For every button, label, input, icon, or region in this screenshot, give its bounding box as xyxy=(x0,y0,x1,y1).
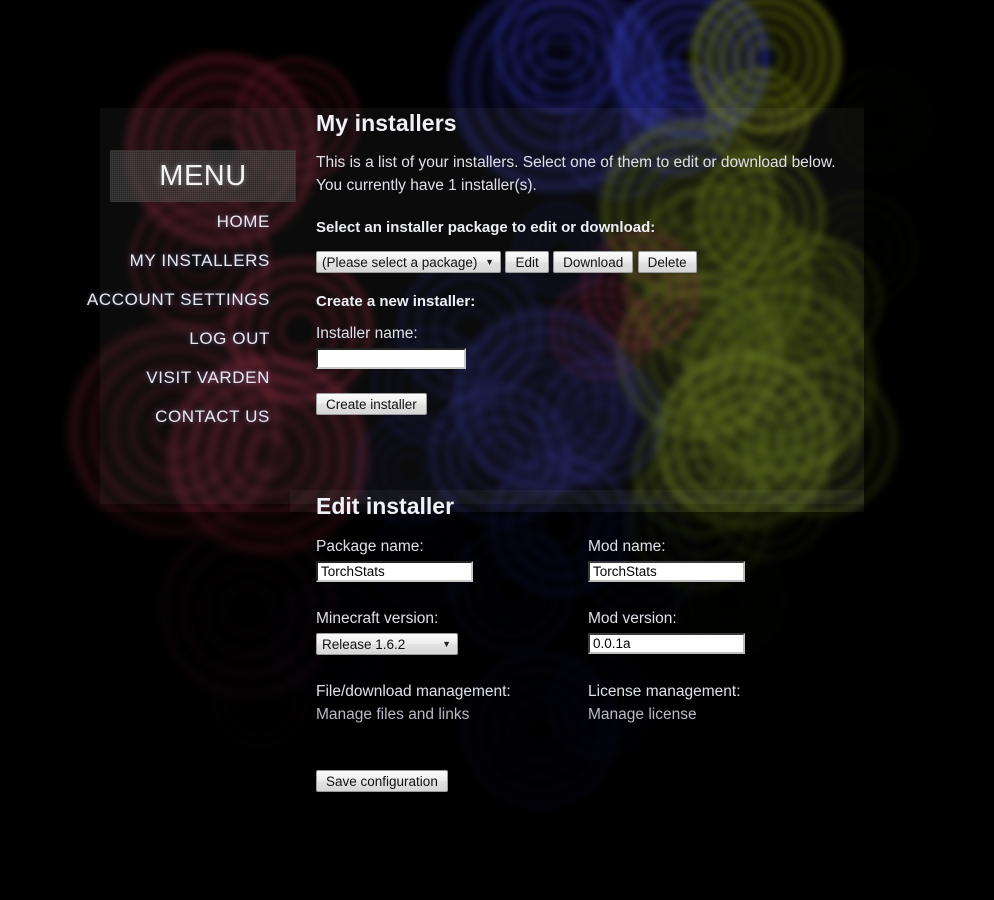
sidebar-item-account-settings[interactable]: ACCOUNT SETTINGS xyxy=(0,280,296,319)
mod-name-cell: Mod name: xyxy=(588,538,936,610)
menu-header: MENU xyxy=(110,150,296,202)
select-section-label: Select an installer package to edit or d… xyxy=(316,219,656,236)
file-management-label: File/download management: xyxy=(316,683,511,700)
installer-name-row xyxy=(316,348,936,369)
save-configuration-row: Save configuration xyxy=(316,770,936,792)
package-select-wrap[interactable]: (Please select a package) ▼ xyxy=(316,251,501,273)
page-title: My installers xyxy=(316,110,457,136)
minecraft-version-select[interactable]: Release 1.6.2 xyxy=(316,633,458,655)
license-management-cell: License management: Manage license xyxy=(588,683,936,752)
package-name-cell: Package name: xyxy=(316,538,588,610)
package-select-row: (Please select a package) ▼ Edit Downloa… xyxy=(316,251,936,273)
mod-name-input[interactable] xyxy=(588,561,745,582)
sidebar-item-home[interactable]: HOME xyxy=(0,202,296,241)
mod-version-input[interactable] xyxy=(588,633,745,654)
installer-name-label: Installer name: xyxy=(316,325,418,342)
minecraft-version-select-wrap[interactable]: Release 1.6.2 ▼ xyxy=(316,633,458,655)
create-installer-row: Create installer xyxy=(316,393,936,415)
package-select[interactable]: (Please select a package) xyxy=(316,251,501,273)
download-button[interactable]: Download xyxy=(553,251,634,273)
sidebar-item-log-out[interactable]: LOG OUT xyxy=(0,319,296,358)
sidebar-item-my-installers[interactable]: MY INSTALLERS xyxy=(0,241,296,280)
edit-button[interactable]: Edit xyxy=(505,251,549,273)
intro-line-1: This is a list of your installers. Selec… xyxy=(316,154,836,171)
minecraft-version-cell: Minecraft version: Release 1.6.2 ▼ xyxy=(316,610,588,683)
create-installer-button[interactable]: Create installer xyxy=(316,393,427,415)
main-content: My installers This is a list of your ins… xyxy=(316,110,936,792)
sidebar-link-home[interactable]: HOME xyxy=(0,202,296,241)
license-management-label: License management: xyxy=(588,683,741,700)
create-section-label: Create a new installer: xyxy=(316,293,476,310)
save-configuration-button[interactable]: Save configuration xyxy=(316,770,448,792)
edit-fields-grid: Package name: Mod name: Minecraft versio… xyxy=(316,538,936,752)
sidebar-item-contact-us[interactable]: CONTACT US xyxy=(0,397,296,436)
delete-button[interactable]: Delete xyxy=(637,251,697,273)
intro-paragraph: This is a list of your installers. Selec… xyxy=(316,151,936,197)
intro-line-2: You currently have 1 installer(s). xyxy=(316,177,537,194)
package-name-label: Package name: xyxy=(316,538,424,555)
sidebar-link-visit-varden[interactable]: VISIT VARDEN xyxy=(0,358,296,397)
page-root: MENU HOME MY INSTALLERS ACCOUNT SETTINGS… xyxy=(0,0,994,900)
edit-section-title: Edit installer xyxy=(316,493,455,519)
sidebar-item-visit-varden[interactable]: VISIT VARDEN xyxy=(0,358,296,397)
sidebar-link-log-out[interactable]: LOG OUT xyxy=(0,319,296,358)
mod-version-label: Mod version: xyxy=(588,610,677,627)
mod-name-label: Mod name: xyxy=(588,538,666,555)
manage-files-link[interactable]: Manage files and links xyxy=(316,706,469,723)
file-management-cell: File/download management: Manage files a… xyxy=(316,683,588,752)
sidebar-link-account-settings[interactable]: ACCOUNT SETTINGS xyxy=(0,280,296,319)
sidebar-menu: MENU HOME MY INSTALLERS ACCOUNT SETTINGS… xyxy=(0,150,296,436)
sidebar-item-list: HOME MY INSTALLERS ACCOUNT SETTINGS LOG … xyxy=(0,202,296,436)
minecraft-version-label: Minecraft version: xyxy=(316,610,439,627)
edit-installer-section: Edit installer Package name: Mod name: M… xyxy=(316,493,936,792)
package-name-input[interactable] xyxy=(316,561,473,582)
sidebar-link-contact-us[interactable]: CONTACT US xyxy=(0,397,296,436)
installer-name-input[interactable] xyxy=(316,348,466,369)
manage-license-link[interactable]: Manage license xyxy=(588,706,697,723)
sidebar-link-my-installers[interactable]: MY INSTALLERS xyxy=(0,241,296,280)
mod-version-cell: Mod version: xyxy=(588,610,936,683)
